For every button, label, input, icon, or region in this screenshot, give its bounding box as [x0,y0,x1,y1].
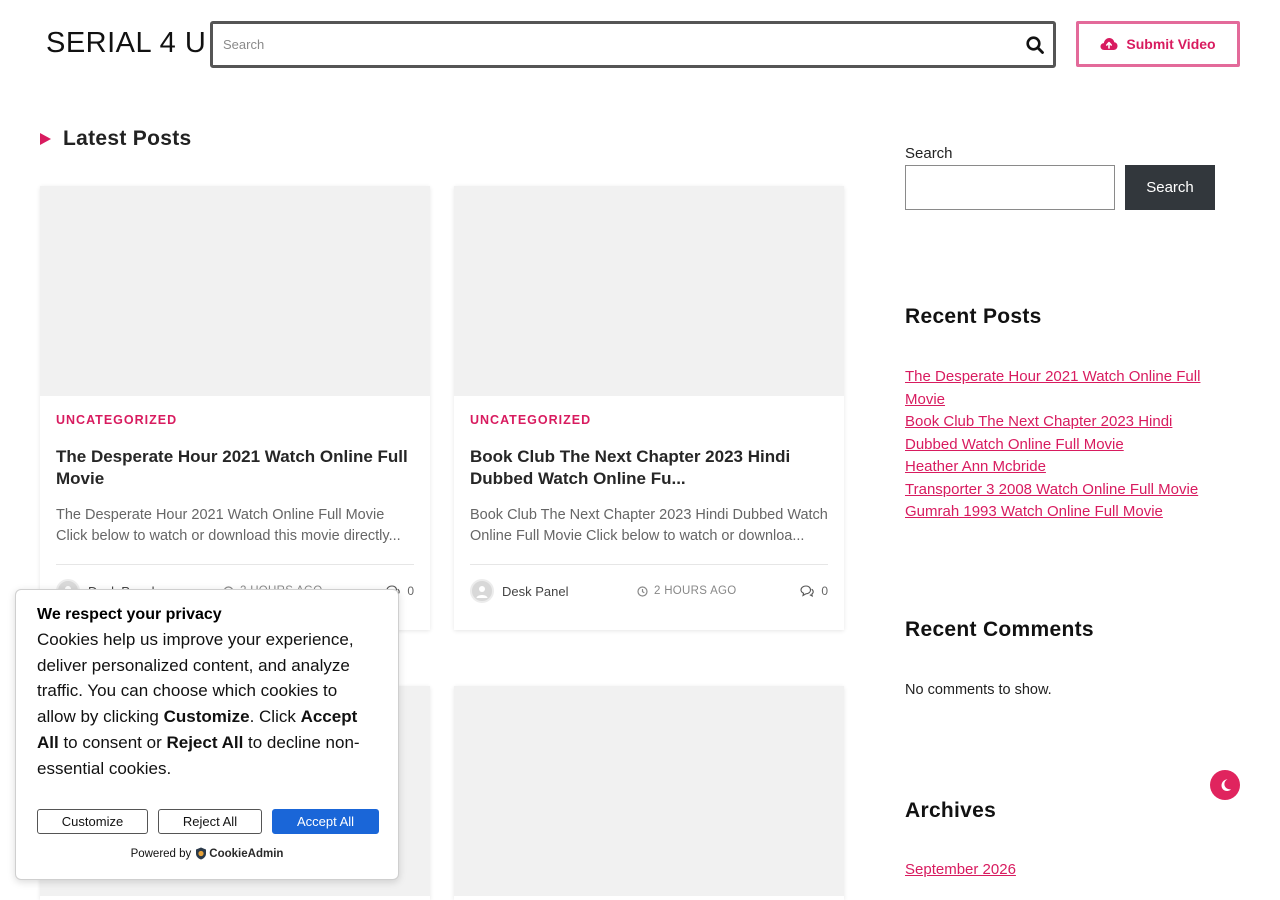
recent-post-link[interactable]: Heather Ann Mcbride [905,458,1046,475]
post-author[interactable]: Desk Panel [502,584,568,599]
header-search-box [210,21,1056,68]
moon-icon [1221,779,1231,792]
post-meta: Desk Panel 2 HOURS AGO 0 [470,564,828,617]
recent-post-link[interactable]: Gumrah 1993 Watch Online Full Movie [905,503,1163,520]
post-category[interactable]: UNCATEGORIZED [470,413,828,427]
recent-posts-title: Recent Posts [905,305,1042,328]
recent-post-link[interactable]: Transporter 3 2008 Watch Online Full Mov… [905,481,1198,498]
cookie-accept-button[interactable]: Accept All [272,809,379,834]
cookie-powered-by: Powered by CookieAdmin [16,847,398,860]
sidebar-search-input[interactable] [905,165,1115,210]
cookie-bold-reject: Reject All [166,732,244,752]
cookie-text-part: . Click [249,707,301,727]
cookie-banner: We respect your privacy Cookies help us … [15,589,399,880]
post-card: UNCATEGORIZED Book Club The Next Chapter… [454,186,844,630]
user-icon [476,586,488,598]
recent-post-link[interactable]: The Desperate Hour 2021 Watch Online Ful… [905,368,1200,408]
post-time: 2 HOURS AGO [637,585,737,597]
archives-title: Archives [905,799,997,822]
section-title: Latest Posts [63,127,192,150]
list-item: Heather Ann Mcbride [905,456,1225,479]
dark-mode-toggle[interactable] [1210,770,1240,800]
cookie-bold-customize: Customize [163,707,250,727]
list-item: Gumrah 1993 Watch Online Full Movie [905,501,1225,524]
site-logo[interactable]: SERIAL 4 U [46,27,206,60]
comments-icon [800,585,815,597]
cookie-reject-button[interactable]: Reject All [158,809,262,834]
cloud-upload-icon [1100,38,1118,50]
cookieadmin-brand[interactable]: CookieAdmin [195,847,283,860]
cookieadmin-logo-icon [196,847,207,860]
recent-post-link[interactable]: Book Club The Next Chapter 2023 Hindi Du… [905,413,1172,453]
cookie-buttons: Customize Reject All Accept All [37,809,379,834]
post-category[interactable]: UNCATEGORIZED [56,413,414,427]
cookie-title: We respect your privacy [37,606,222,623]
site-header: SERIAL 4 U Submit Video [0,0,1280,90]
archive-link[interactable]: September 2026 [905,861,1016,878]
sidebar-search-button[interactable]: Search [1125,165,1215,210]
submit-video-button[interactable]: Submit Video [1076,21,1240,67]
cookieadmin-brand-label: CookieAdmin [209,847,284,860]
post-title[interactable]: Book Club The Next Chapter 2023 Hindi Du… [470,446,828,490]
post-thumbnail[interactable] [454,686,844,896]
search-icon[interactable] [1025,35,1045,55]
cookie-text: Cookies help us improve your experience,… [37,627,378,781]
no-comments-text: No comments to show. [905,682,1052,698]
list-item: The Desperate Hour 2021 Watch Online Ful… [905,366,1225,411]
post-comments[interactable]: 0 [800,584,828,598]
post-thumbnail[interactable] [40,186,430,396]
triangle-icon [40,133,51,145]
clock-icon [637,585,648,597]
post-card: UNCATEGORIZED The Desperate Hour 2021 Wa… [40,186,430,630]
post-excerpt: The Desperate Hour 2021 Watch Online Ful… [56,507,401,544]
sidebar-search-label: Search [905,145,953,162]
post-thumbnail[interactable] [454,186,844,396]
post-card [454,686,844,900]
list-item: Book Club The Next Chapter 2023 Hindi Du… [905,411,1225,456]
latest-posts-heading: Latest Posts [40,127,191,151]
submit-video-label: Submit Video [1126,36,1216,52]
recent-comments-title: Recent Comments [905,618,1094,641]
list-item: Transporter 3 2008 Watch Online Full Mov… [905,479,1225,502]
avatar[interactable] [470,579,494,603]
post-comment-count: 0 [407,584,414,598]
recent-posts-list: The Desperate Hour 2021 Watch Online Ful… [905,366,1225,524]
cookie-customize-button[interactable]: Customize [37,809,148,834]
post-comment-count: 0 [821,584,828,598]
post-title[interactable]: The Desperate Hour 2021 Watch Online Ful… [56,446,414,490]
cookie-text-part: to consent or [58,732,167,752]
post-excerpt: Book Club The Next Chapter 2023 Hindi Du… [470,507,828,544]
post-time-label: 2 HOURS AGO [654,585,737,597]
header-search-input[interactable] [213,24,993,65]
powered-by-label: Powered by [130,847,192,860]
